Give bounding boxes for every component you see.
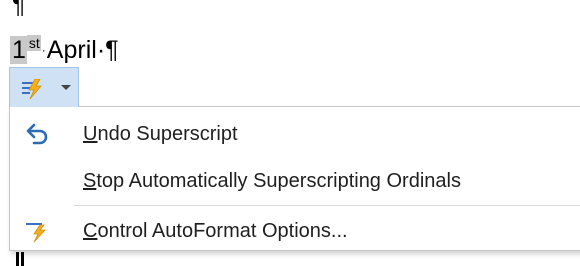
autocorrect-options-menu: Undo Superscript Stop Automatically Supe… <box>9 106 580 251</box>
accelerator-key: C <box>83 220 98 242</box>
menu-item-control-autoformat-options[interactable]: Control AutoFormat Options... <box>10 209 580 253</box>
caret-down-icon <box>61 85 71 90</box>
menu-item-undo-superscript[interactable]: Undo Superscript <box>10 112 580 156</box>
paragraph-end-mark: ·¶ <box>96 36 119 64</box>
menu-separator <box>74 205 580 206</box>
undo-arrow-icon <box>26 123 48 145</box>
paragraph-mark: ¶ <box>12 0 26 19</box>
date-ordinal-superscript: st <box>26 35 41 51</box>
lightning-bolt-icon <box>22 79 42 99</box>
accelerator-key: U <box>83 123 98 145</box>
autocorrect-options-button[interactable] <box>9 67 79 107</box>
document-date-line: 1st ·April·¶ <box>10 35 119 64</box>
paragraph-mark-partial <box>16 252 24 266</box>
date-day: 1 <box>10 36 27 64</box>
label-text: ndo Superscript <box>97 123 238 145</box>
menu-item-label: Stop Automatically Superscripting Ordina… <box>83 159 461 203</box>
autoformat-bolt-icon <box>26 223 46 243</box>
accelerator-key: S <box>83 170 97 192</box>
menu-item-label: Control AutoFormat Options... <box>83 209 348 253</box>
label-text: ontrol AutoFormat Options... <box>97 220 348 242</box>
menu-item-stop-superscripting-ordinals[interactable]: Stop Automatically Superscripting Ordina… <box>10 159 580 203</box>
label-text: top Automatically Superscripting Ordinal… <box>96 170 461 192</box>
date-month: April <box>46 36 97 64</box>
menu-item-label: Undo Superscript <box>83 112 238 156</box>
